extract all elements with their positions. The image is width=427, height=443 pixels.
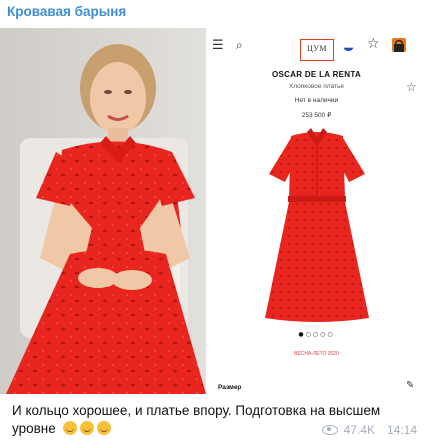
search-icon[interactable]: ⌕ (236, 38, 243, 53)
favorite-star-icon[interactable]: ☆ (406, 80, 417, 94)
product-stock: Нет в наличии (294, 97, 339, 104)
eye-icon (321, 425, 338, 435)
woman-photo-illustration (0, 28, 206, 394)
smirk-emoji-icon (96, 421, 111, 435)
photo-woman[interactable] (0, 28, 206, 394)
product-screenshot[interactable]: ☰ ⌕ ЦУМ ☆ OSCAR DE LA RENTA Хлопковое пл… (206, 28, 427, 394)
russia-flag-icon[interactable] (343, 40, 354, 51)
carousel-dots[interactable]: ●○○○○ (206, 331, 427, 338)
size-label[interactable]: Размер (218, 384, 241, 391)
smirk-emoji-icon (62, 421, 77, 435)
views-count: 47.4K (343, 423, 375, 437)
shop-header: ☰ ⌕ ЦУМ ☆ (206, 36, 427, 62)
product-price: 253 500 ₽ (301, 112, 332, 119)
smirk-emoji-icon (79, 421, 94, 435)
product-subtitle: Хлопковое платье (288, 83, 345, 90)
post-meta: 47.4K 14:14 (321, 423, 417, 437)
telegram-post: Кровавая барыня ☰ ⌕ ЦУМ ☆ OSCAR DE LA RE… (0, 0, 427, 443)
shopping-bag-icon[interactable] (392, 38, 406, 52)
channel-name[interactable]: Кровавая барыня (7, 4, 126, 19)
pencil-icon[interactable]: ✎ (406, 380, 414, 391)
dress-product-image[interactable] (261, 128, 373, 324)
season-label: ВЕСНА-ЛЕТО 2020 (294, 351, 339, 357)
product-brand: OSCAR DE LA RENTA (271, 70, 362, 79)
menu-icon[interactable]: ☰ (212, 38, 224, 53)
tsum-logo[interactable]: ЦУМ (300, 39, 334, 61)
star-icon[interactable]: ☆ (367, 36, 380, 52)
post-time: 14:14 (386, 423, 417, 437)
